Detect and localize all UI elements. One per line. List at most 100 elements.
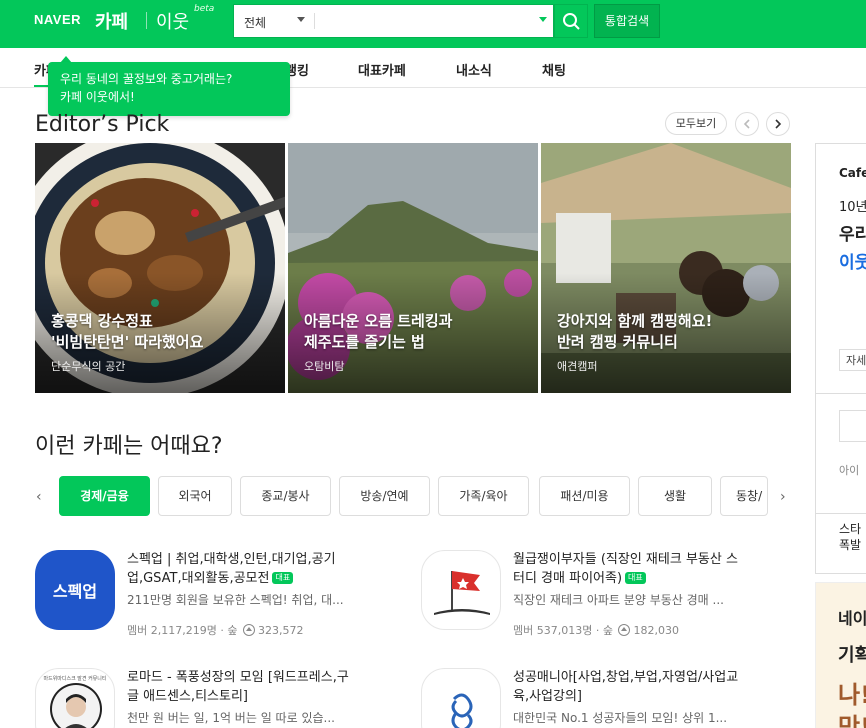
chip-life[interactable]: 생활 xyxy=(638,476,712,516)
login-id-label[interactable]: 아이 xyxy=(839,462,859,478)
cafe-name[interactable]: 월급쟁이부자들 (직장인 재테크 부동산 스터디 경매 파이어족) 대표 xyxy=(513,550,783,588)
card-title: 강아지와 함께 캠핑해요! 반려 캠핑 커뮤니티 xyxy=(557,311,712,353)
cafe-name[interactable]: 스펙업 | 취업,대학생,인턴,대기업,공기업,GSAT,대외활동,공모전 대표 xyxy=(127,550,397,588)
cafe-name-line: 스펙업 | 취업,대학생,인턴,대기업,공기 xyxy=(127,552,336,567)
cafe-name-line: 터디 경매 파이어족) xyxy=(513,571,623,586)
cafe-name-line: 로마드 - 폭풍성장의 모임 [워드프레스,구 xyxy=(127,670,349,685)
chip-broadcast[interactable]: 방송/연예 xyxy=(339,476,430,516)
tab-featured-cafe[interactable]: 대표카페 xyxy=(358,60,406,79)
cafe-logo[interactable]: 카페 xyxy=(95,8,128,34)
search-button[interactable] xyxy=(554,4,588,38)
cafe-name-line: 업,GSAT,대외활동,공모전 xyxy=(127,571,270,586)
ad-line: 나! xyxy=(838,681,866,709)
rank-up-icon xyxy=(618,624,631,636)
cafe-description: 211만명 회원을 보유한 스펙업! 취업, 대... xyxy=(127,593,344,607)
prev-button[interactable] xyxy=(735,112,759,136)
right-notice-panel[interactable]: 스타 폭발 xyxy=(815,514,866,574)
tab-chat[interactable]: 채팅 xyxy=(542,60,566,79)
cafe-name[interactable]: 로마드 - 폭풍성장의 모임 [워드프레스,구글 애드센스,티스토리] xyxy=(127,668,397,706)
view-all-button[interactable]: 모두보기 xyxy=(665,112,727,135)
infinity-logo-icon xyxy=(451,693,473,728)
chip-fashion[interactable]: 패션/미용 xyxy=(539,476,630,516)
naver-logo[interactable]: NAVER xyxy=(34,12,81,28)
thumbnail-caption: 마드위마디스크 발견 커뮤니티 xyxy=(43,676,107,682)
cafe-rank: 182,030 xyxy=(633,624,679,637)
card-title: 아름다운 오름 트레킹과제주도를 즐기는 법 xyxy=(304,311,452,353)
search-icon xyxy=(563,13,580,30)
card-title-line: 반려 캠핑 커뮤니티 xyxy=(557,333,678,351)
right-ad-banner[interactable]: 네이 기획 나! 만! xyxy=(815,582,866,728)
promo-line: 이웃 xyxy=(839,253,866,273)
cafe-name-line: 성공매니아[사업,창업,부업,자영업/사업교 xyxy=(513,670,739,685)
promo-button[interactable]: 자세 xyxy=(839,349,866,371)
flag-book-icon xyxy=(434,571,490,615)
search-box: 전체 xyxy=(233,4,554,38)
cafe-label: Cafe xyxy=(839,166,866,180)
caret-down-icon[interactable] xyxy=(297,17,305,22)
caret-down-icon[interactable] xyxy=(539,17,547,22)
pick-card[interactable]: 홍콩댁 강수정표 '비빔탄탄면' 따라했어요 단순무식의 공간 xyxy=(35,143,285,393)
cafe-thumbnail[interactable]: 스펙업 xyxy=(35,550,115,630)
chevron-right-icon[interactable]: › xyxy=(780,489,786,505)
notice-line: 스타 xyxy=(839,522,862,536)
search-divider xyxy=(314,13,315,29)
integrated-search-button[interactable]: 통합검색 xyxy=(594,4,660,38)
chevron-left-icon[interactable]: ‹ xyxy=(36,489,42,505)
logo-divider xyxy=(146,12,147,29)
cafe-description: 천만 원 버는 일, 1억 버는 일 따로 있습... xyxy=(127,711,335,725)
cafe-meta: 멤버 2,117,219명 · 숲 323,572 xyxy=(127,624,304,637)
card-title: 홍콩댁 강수정표 '비빔탄탄면' 따라했어요 xyxy=(51,311,203,353)
town-tooltip[interactable]: 우리 동네의 꿀정보와 중고거래는? 카페 이웃에서! xyxy=(48,62,290,116)
notice-line: 폭발 xyxy=(839,538,862,552)
cafe-description: 직장인 재테크 아파트 분양 부동산 경매 ... xyxy=(513,593,724,607)
card-title-line: 홍콩댁 강수정표 xyxy=(51,312,153,330)
featured-badge: 대표 xyxy=(625,572,646,584)
promo-line: 우리 xyxy=(839,225,866,245)
tooltip-line: 카페 이웃에서! xyxy=(60,90,135,104)
search-input[interactable] xyxy=(322,10,522,32)
beta-label: beta xyxy=(194,4,215,14)
chip-language[interactable]: 외국어 xyxy=(158,476,232,516)
cafe-grade: 숲 xyxy=(227,624,238,637)
right-login-panel: 아이 xyxy=(815,394,866,514)
cafe-description: 대한민국 No.1 성공자들의 모임! 상위 1... xyxy=(513,711,728,725)
card-title-line: '비빔탄탄면' 따라했어요 xyxy=(51,333,204,351)
cafe-name-line: 육,사업강의] xyxy=(513,689,583,704)
card-cafe-name: 오탐비탐 xyxy=(304,360,345,373)
pick-card[interactable]: 강아지와 함께 캠핑해요! 반려 캠핑 커뮤니티 애견캠퍼 xyxy=(541,143,791,393)
card-title-line: 제주도를 즐기는 법 xyxy=(304,333,425,351)
cafe-name-line: 글 애드센스,티스토리] xyxy=(127,689,248,704)
chip-religion[interactable]: 종교/봉사 xyxy=(240,476,331,516)
cafe-thumbnail[interactable] xyxy=(421,550,501,630)
cafe-thumbnail[interactable]: 마드위마디스크 발견 커뮤니티 xyxy=(35,668,115,728)
ad-line: 기획 xyxy=(838,645,866,666)
tooltip-line: 우리 동네의 꿀정보와 중고거래는? xyxy=(60,72,233,86)
cafe-thumbnail[interactable] xyxy=(421,668,501,728)
town-logo[interactable]: 이웃 xyxy=(156,8,189,34)
right-promo-panel[interactable]: Cafe 10년 우리 이웃 자세 xyxy=(815,143,866,394)
next-button[interactable] xyxy=(766,112,790,136)
pick-card[interactable]: 아름다운 오름 트레킹과제주도를 즐기는 법 오탐비탐 xyxy=(288,143,538,393)
ad-line: 만! xyxy=(838,713,866,728)
tab-my-news[interactable]: 내소식 xyxy=(456,60,492,79)
cafe-meta: 멤버 537,013명 · 숲 182,030 xyxy=(513,624,679,637)
chip-economy[interactable]: 경제/금융 xyxy=(59,476,150,516)
login-input[interactable] xyxy=(839,410,866,442)
card-title-line: 강아지와 함께 캠핑해요! xyxy=(557,312,713,330)
cafe-name[interactable]: 성공매니아[사업,창업,부업,자영업/사업교육,사업강의] xyxy=(513,668,783,706)
cafe-rank: 323,572 xyxy=(257,624,304,637)
member-count: 멤버 537,013명 xyxy=(513,624,593,637)
member-count: 멤버 2,117,219명 xyxy=(127,624,217,637)
chip-family[interactable]: 가족/육아 xyxy=(438,476,529,516)
featured-badge: 대표 xyxy=(272,572,294,584)
ad-line: 네이 xyxy=(838,609,866,628)
cafe-logo-text: 스펙업 xyxy=(52,582,98,601)
search-scope-select[interactable]: 전체 xyxy=(244,14,266,31)
promo-line: 10년 xyxy=(839,200,866,215)
suggest-title: 이런 카페는 어때요? xyxy=(35,434,223,459)
chip-alumni[interactable]: 동창/ xyxy=(720,476,768,516)
header: NAVER 카페 이웃 beta 전체 통합검색 xyxy=(0,0,866,48)
cafe-grade: 숲 xyxy=(602,624,613,637)
card-title-line: 아름다운 오름 트레킹과 xyxy=(304,312,453,330)
cafe-name-line: 월급쟁이부자들 (직장인 재테크 부동산 스 xyxy=(513,552,738,567)
